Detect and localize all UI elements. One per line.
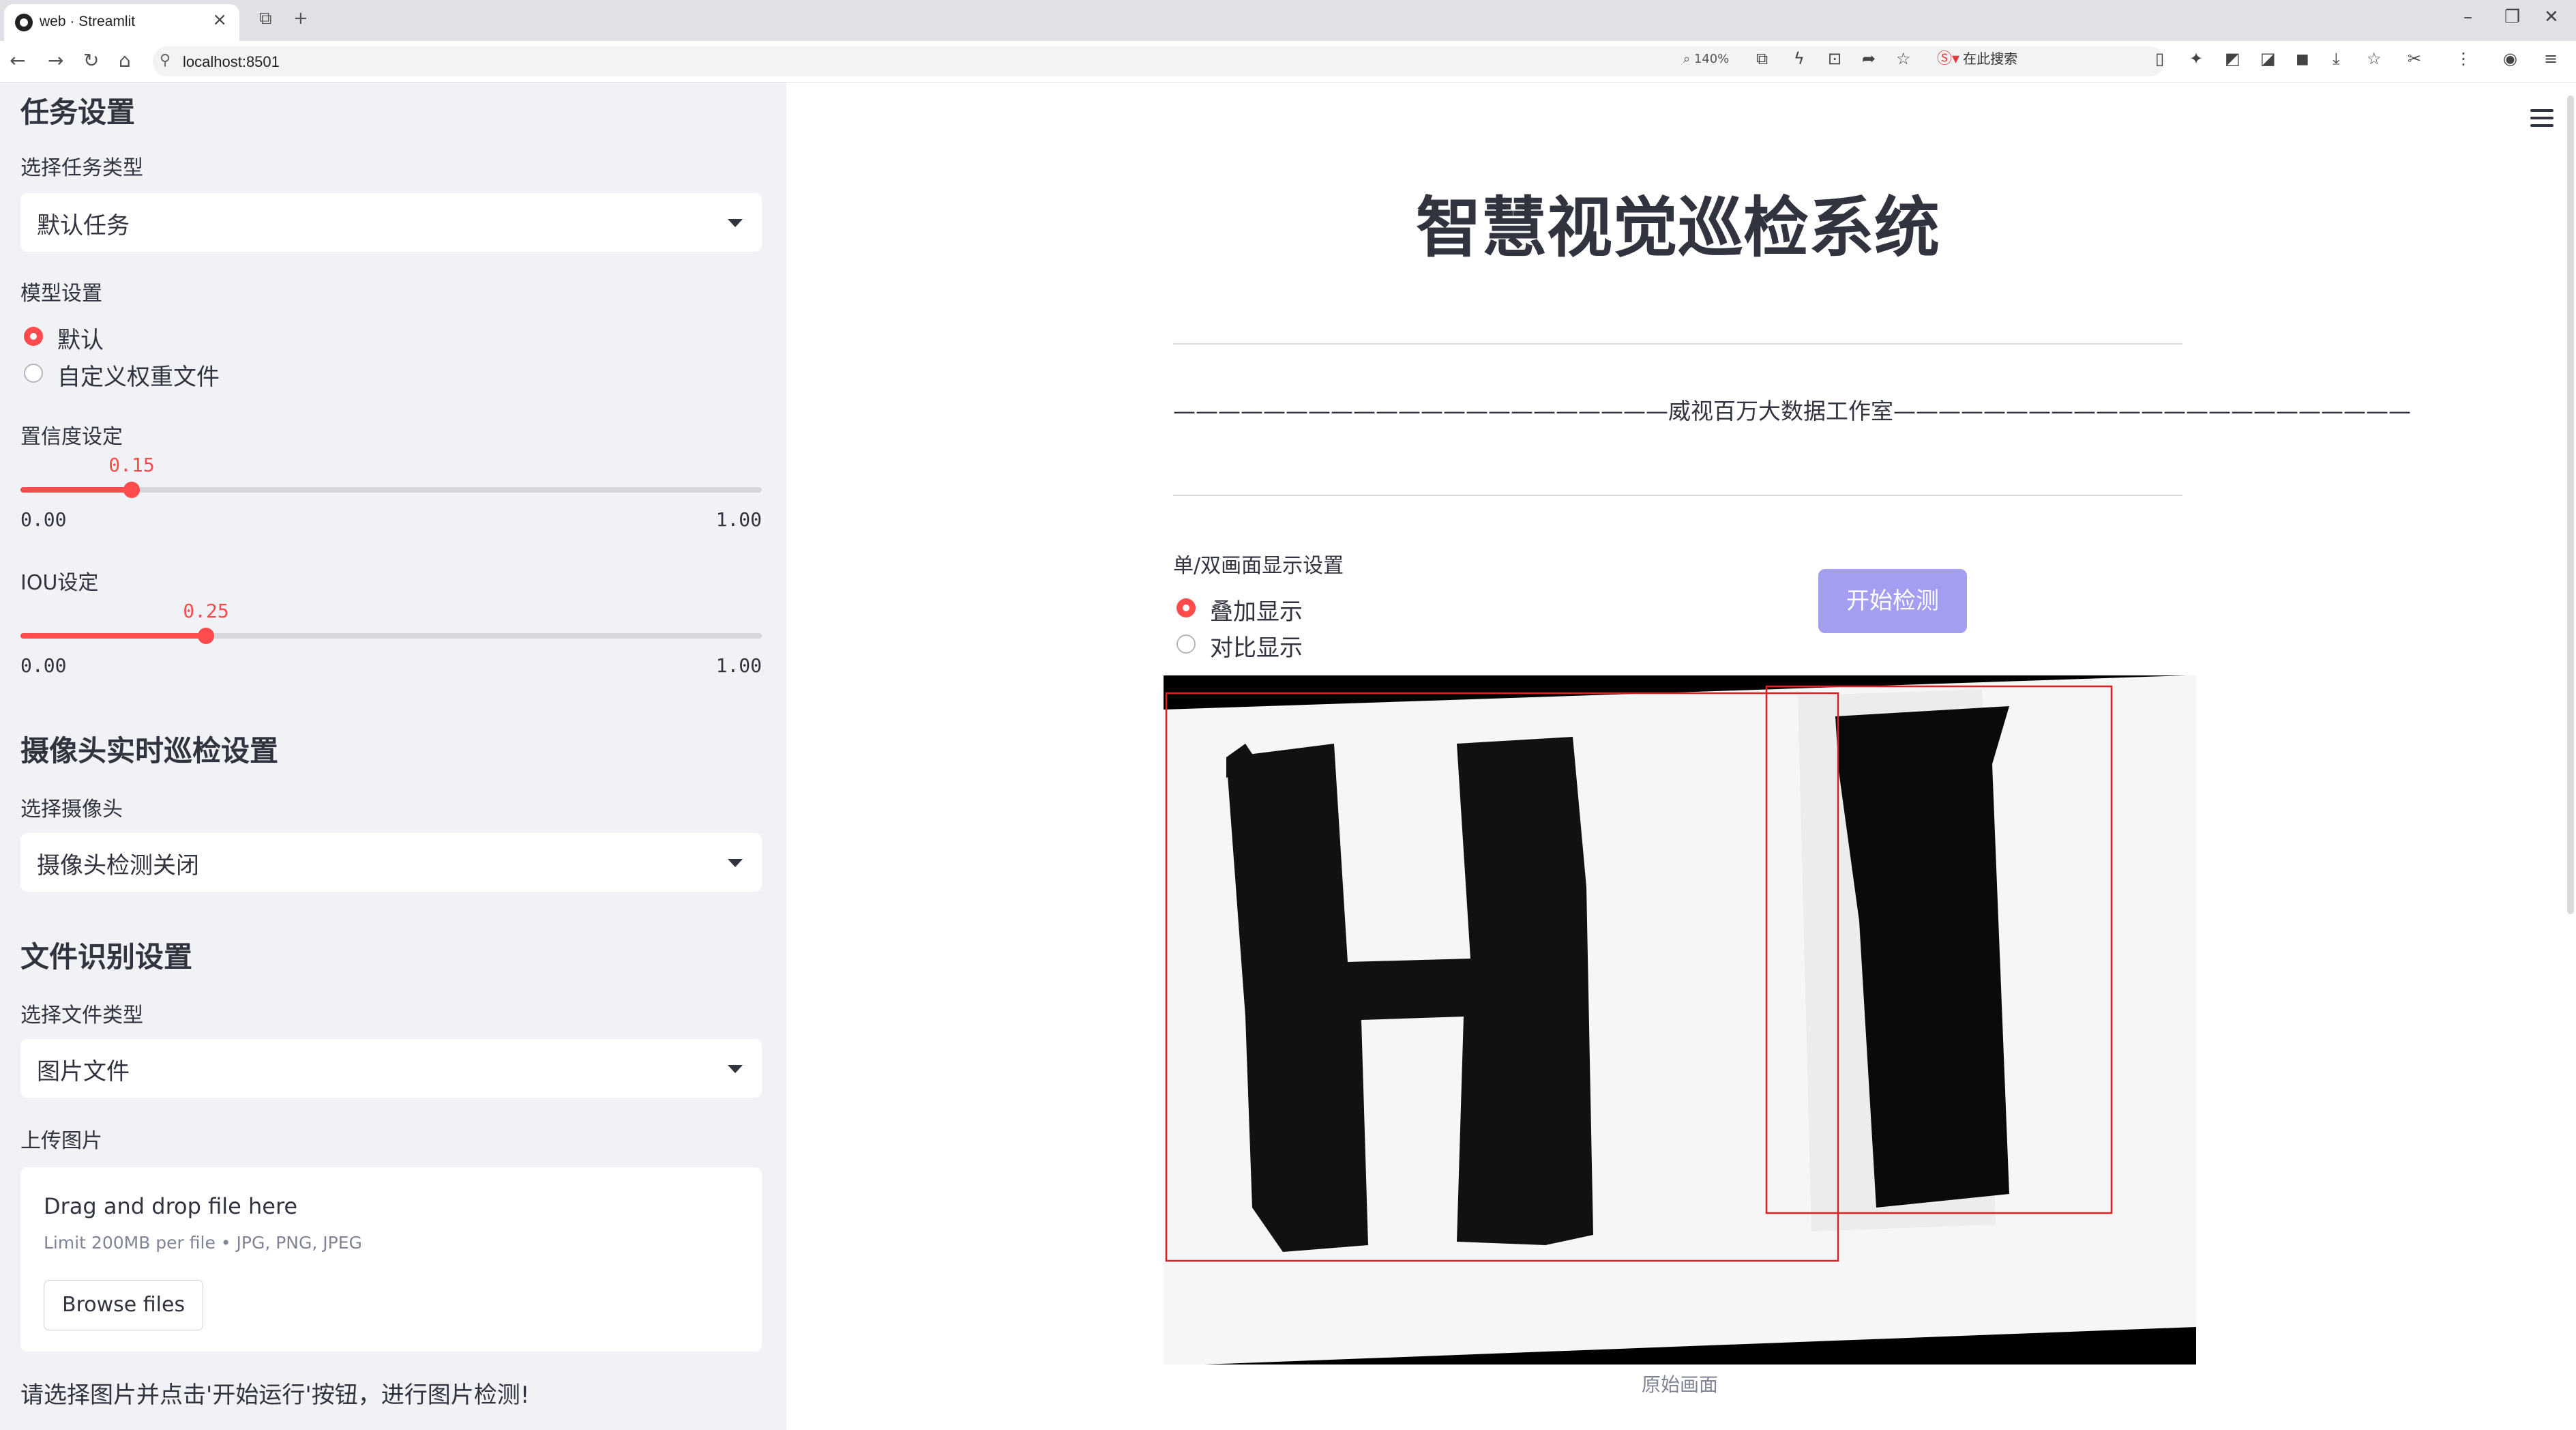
display-option-label: 对比显示 <box>1210 634 1303 662</box>
browser-tab[interactable]: web · Streamlit × <box>4 4 239 41</box>
image-caption: 原始画面 <box>1641 1373 1718 1396</box>
iou-label: IOU设定 <box>20 571 99 595</box>
back-icon[interactable]: ← <box>10 49 25 72</box>
start-detection-button[interactable]: 开始检测 <box>1818 569 1967 633</box>
browser-search[interactable]: Ⓢ▾ 在此搜索 <box>1937 46 2142 76</box>
page-title: 智慧视觉巡检系统 <box>1416 190 1940 266</box>
camera-section-heading: 摄像头实时巡检设置 <box>20 734 279 768</box>
iou-max: 1.00 <box>715 654 762 677</box>
upload-drag-text: Drag and drop file here <box>44 1193 298 1219</box>
share-icon[interactable]: ➦ <box>1862 49 1876 68</box>
search-engine-icon: Ⓢ▾ <box>1937 50 1960 68</box>
iou-slider[interactable]: 0.25 0.00 1.00 <box>20 600 762 677</box>
model-option-label: 默认 <box>57 327 104 354</box>
extension-4-icon[interactable]: ◼ <box>2296 49 2309 68</box>
model-label: 模型设置 <box>20 282 102 306</box>
file-section-heading: 文件识别设置 <box>20 940 193 974</box>
zoom-level: 140% <box>1693 52 1730 66</box>
conf-min: 0.00 <box>20 508 67 531</box>
radio-unchecked-icon <box>1176 634 1196 654</box>
browser-menu-icon[interactable]: ≡ <box>2544 49 2558 68</box>
slider-fill <box>20 487 132 493</box>
task-section-heading: 任务设置 <box>20 96 136 129</box>
site-info-icon[interactable]: ⚲ <box>160 52 171 69</box>
profile-avatar-icon[interactable]: ◉ <box>2503 49 2517 68</box>
radio-unchecked-icon <box>24 364 43 383</box>
favorites-icon[interactable]: ☆ <box>2367 49 2382 68</box>
file-type-value: 图片文件 <box>37 1058 130 1085</box>
search-placeholder: 在此搜索 <box>1963 50 2018 67</box>
home-icon[interactable]: ⌂ <box>119 49 131 72</box>
model-option-label: 自定义权重文件 <box>57 364 220 391</box>
conf-max: 1.00 <box>715 508 762 531</box>
lightning-icon[interactable]: ϟ <box>1794 49 1805 68</box>
display-mode-label: 单/双画面显示设置 <box>1173 554 1344 578</box>
screenshot-icon[interactable]: ⊡ <box>1828 49 1841 68</box>
extension-3-icon[interactable]: ◪ <box>2260 49 2276 68</box>
conf-slider[interactable]: 0.15 0.00 1.00 <box>20 454 762 531</box>
forward-icon[interactable]: → <box>48 49 63 72</box>
reload-icon[interactable]: ↻ <box>83 49 99 72</box>
divider <box>1173 343 2182 345</box>
close-window-icon[interactable]: ✕ <box>2544 7 2559 27</box>
tab-groups-icon[interactable]: ⧉ <box>259 8 272 29</box>
task-type-value: 默认任务 <box>37 212 130 239</box>
main-menu-icon[interactable] <box>2530 109 2553 132</box>
studio-subtitle: ——————————————————————威视百万大数据工作室————————… <box>1173 398 2411 424</box>
sidebar: 任务设置 选择任务类型 默认任务 模型设置 默认 自定义权重文件 置信度设定 0… <box>0 83 786 1430</box>
display-option-label: 叠加显示 <box>1210 598 1303 626</box>
tab-bar: web · Streamlit × ⧉ + – ❐ ✕ <box>0 0 2576 41</box>
extension-2-icon[interactable]: ◩ <box>2225 49 2240 68</box>
file-type-select[interactable]: 图片文件 <box>20 1039 762 1098</box>
bookmark-star-icon[interactable]: ☆ <box>1896 49 1911 68</box>
detected-characters-image <box>1164 675 2196 1365</box>
iou-value: 0.25 <box>183 600 229 622</box>
new-tab-icon[interactable]: + <box>293 8 308 29</box>
task-type-label: 选择任务类型 <box>20 156 143 180</box>
menu-dots-icon[interactable]: ⋮ <box>2455 49 2472 68</box>
slider-fill <box>20 633 206 639</box>
camera-value: 摄像头检测关闭 <box>37 852 199 879</box>
file-type-label: 选择文件类型 <box>20 1004 143 1027</box>
divider <box>1173 495 2182 496</box>
file-uploader-dropzone[interactable]: Drag and drop file here Limit 200MB per … <box>20 1167 762 1352</box>
tab-title: web · Streamlit <box>40 14 136 29</box>
hint-text: 请选择图片并点击'开始运行'按钮，进行图片检测! <box>20 1382 530 1409</box>
upload-limit-text: Limit 200MB per file • JPG, PNG, JPEG <box>44 1233 362 1253</box>
camera-label: 选择摄像头 <box>20 798 123 821</box>
page-scrollbar[interactable] <box>2567 96 2574 914</box>
translate-icon[interactable]: ⧉ <box>1756 49 1768 68</box>
extension-1-icon[interactable]: ✦ <box>2189 49 2203 68</box>
streamlit-favicon-icon <box>15 14 33 31</box>
chevron-down-icon <box>728 859 743 867</box>
zoom-indicator[interactable]: ⌕ 140% <box>1683 52 1729 66</box>
radio-checked-icon <box>1176 598 1196 617</box>
mobile-icon[interactable]: ▯ <box>2155 49 2164 68</box>
camera-select[interactable]: 摄像头检测关闭 <box>20 833 762 892</box>
slider-handle[interactable] <box>123 482 140 498</box>
close-tab-icon[interactable]: × <box>212 10 227 30</box>
browse-files-button[interactable]: Browse files <box>44 1280 204 1330</box>
minimize-icon[interactable]: – <box>2463 7 2472 27</box>
radio-checked-icon <box>24 327 43 346</box>
chevron-down-icon <box>728 219 743 227</box>
chevron-down-icon <box>728 1065 743 1073</box>
conf-label: 置信度设定 <box>20 425 123 449</box>
detection-result-image <box>1164 675 2196 1365</box>
conf-value: 0.15 <box>108 454 155 476</box>
restore-icon[interactable]: ❐ <box>2504 7 2520 27</box>
cut-icon[interactable]: ✂ <box>2408 49 2421 68</box>
iou-min: 0.00 <box>20 654 67 677</box>
download-icon[interactable]: ⤓ <box>2333 49 2340 68</box>
slider-handle[interactable] <box>198 628 214 644</box>
url-text: localhost:8501 <box>183 53 280 70</box>
upload-label: 上传图片 <box>20 1129 102 1153</box>
task-type-select[interactable]: 默认任务 <box>20 193 762 252</box>
